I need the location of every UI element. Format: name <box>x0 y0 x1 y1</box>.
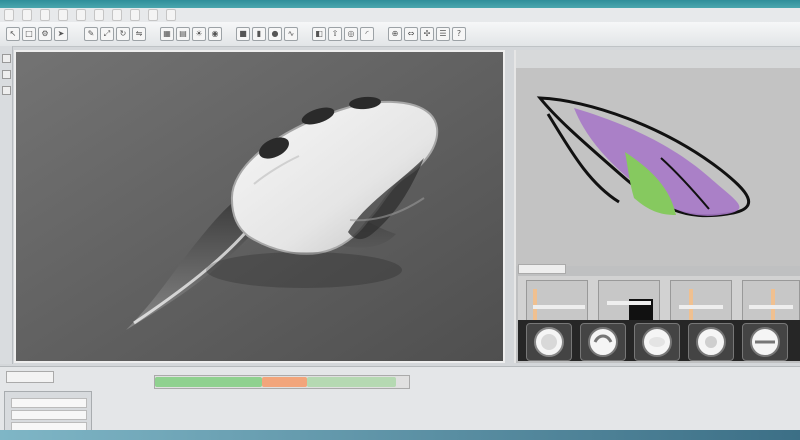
wheel-5-icon-drawing <box>750 327 780 357</box>
menu-item[interactable] <box>4 9 14 21</box>
extrude-icon[interactable]: ⇧ <box>328 27 342 41</box>
wheel-icons-row <box>518 320 800 361</box>
light-icon[interactable]: ☀ <box>192 27 206 41</box>
window-title-bar <box>0 0 800 8</box>
timeline-label-bar <box>6 371 54 383</box>
snap-icon[interactable]: ✣ <box>420 27 434 41</box>
wheel-2-icon[interactable] <box>580 323 626 361</box>
pen-icon[interactable]: ✎ <box>84 27 98 41</box>
wheel-3-icon-drawing <box>642 327 672 357</box>
wheel-5-icon[interactable] <box>742 323 788 361</box>
menu-item[interactable] <box>40 9 50 21</box>
wheel-1-icon[interactable] <box>526 323 572 361</box>
leaf-sketch-drawing <box>516 68 800 266</box>
property-field[interactable] <box>11 398 87 408</box>
gear-icon[interactable]: ⚙ <box>38 27 52 41</box>
main-toolbar: ↖ □ ⚙ ➤ ✎ ⤢ ↻ ⇋ ▦ ▤ ☀ ◉ ■ ▮ ● ∿ ◧ ⇧ ◎ ◜ … <box>0 22 800 47</box>
strip-button[interactable] <box>2 70 11 79</box>
help-icon[interactable]: ? <box>452 27 466 41</box>
wheel-4-icon-drawing <box>696 327 726 357</box>
main-3d-viewport[interactable] <box>14 50 505 363</box>
bottom-panel <box>0 366 800 440</box>
wheel-2-icon-drawing <box>588 327 618 357</box>
shell-icon[interactable]: ◎ <box>344 27 358 41</box>
fillet-icon[interactable]: ◜ <box>360 27 374 41</box>
menu-item[interactable] <box>94 9 104 21</box>
cad-application-window: ↖ □ ⚙ ➤ ✎ ⤢ ↻ ⇋ ▦ ▤ ☀ ◉ ■ ▮ ● ∿ ◧ ⇧ ◎ ◜ … <box>0 0 800 440</box>
layer-icon[interactable]: ▤ <box>176 27 190 41</box>
surface-icon[interactable]: ◧ <box>312 27 326 41</box>
menu-item[interactable] <box>166 9 176 21</box>
sphere-icon[interactable]: ● <box>268 27 282 41</box>
menu-item[interactable] <box>112 9 122 21</box>
timeline-track[interactable] <box>154 375 410 389</box>
wheel-1-icon-drawing <box>534 327 564 357</box>
scale-icon[interactable]: ⤢ <box>100 27 114 41</box>
measure-icon[interactable]: ⇔ <box>404 27 418 41</box>
sketch-viewport[interactable] <box>516 68 800 266</box>
property-field[interactable] <box>11 410 87 420</box>
mirror-icon[interactable]: ⇋ <box>132 27 146 41</box>
menu-item[interactable] <box>22 9 32 21</box>
sketch-label-bar <box>518 264 566 274</box>
wheel-3-icon[interactable] <box>634 323 680 361</box>
timeline-segment[interactable] <box>261 377 308 387</box>
mouse-model-render <box>16 52 503 361</box>
rotate-icon[interactable]: ↻ <box>116 27 130 41</box>
arrow-icon[interactable]: ➤ <box>54 27 68 41</box>
cylinder-icon[interactable]: ▮ <box>252 27 266 41</box>
boolean-icon[interactable]: ⊕ <box>388 27 402 41</box>
menu-item[interactable] <box>58 9 68 21</box>
square-icon[interactable]: □ <box>22 27 36 41</box>
box-icon[interactable]: ■ <box>236 27 250 41</box>
curve-icon[interactable]: ∿ <box>284 27 298 41</box>
menu-items <box>4 8 176 22</box>
cursor-icon[interactable]: ↖ <box>6 27 20 41</box>
status-bar <box>0 430 800 440</box>
grid-icon[interactable]: ▦ <box>160 27 174 41</box>
camera-icon[interactable]: ◉ <box>208 27 222 41</box>
side-panel-toolbar <box>516 50 800 69</box>
settings-icon[interactable]: ☰ <box>436 27 450 41</box>
strip-button[interactable] <box>2 54 11 63</box>
menu-item[interactable] <box>148 9 158 21</box>
strip-button[interactable] <box>2 86 11 95</box>
menu-bar <box>0 8 800 23</box>
timeline-segment[interactable] <box>155 377 262 387</box>
side-panel <box>514 50 800 363</box>
menu-item[interactable] <box>130 9 140 21</box>
timeline-segment[interactable] <box>307 377 397 387</box>
menu-item[interactable] <box>76 9 86 21</box>
left-tool-strip <box>0 46 13 364</box>
wheel-4-icon[interactable] <box>688 323 734 361</box>
